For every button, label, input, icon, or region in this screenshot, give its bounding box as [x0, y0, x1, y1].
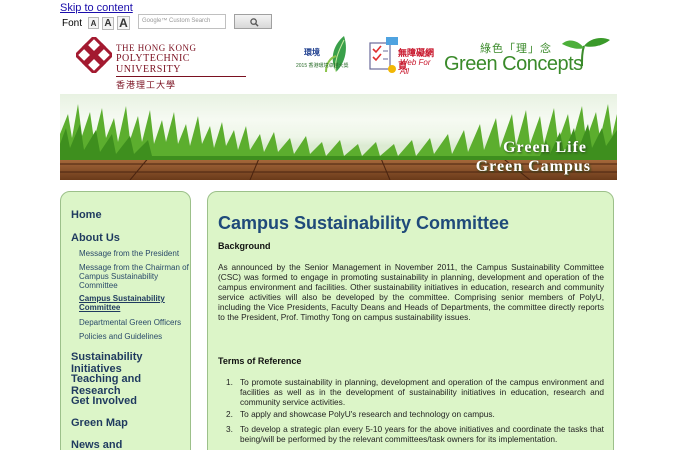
- sidebar-item-green-map[interactable]: Green Map: [71, 417, 128, 429]
- skip-to-content-link[interactable]: Skip to content: [60, 2, 133, 14]
- main-content: Campus Sustainability Committee Backgrou…: [207, 191, 614, 450]
- search-icon: [250, 18, 259, 27]
- background-heading: Background: [218, 241, 271, 251]
- list-number: 1.: [226, 377, 233, 387]
- sidebar-nav: Home About Us Message from the President…: [60, 191, 191, 450]
- sidebar-item-about-us[interactable]: About Us: [71, 232, 120, 244]
- font-size-controls: Font A A A: [62, 15, 133, 31]
- sprout-icon: [562, 38, 610, 67]
- font-small-button[interactable]: A: [88, 17, 100, 29]
- sidebar-item-teaching-research[interactable]: Teaching and Research: [71, 373, 190, 397]
- university-name[interactable]: THE HONG KONG POLYTECHNIC UNIVERSITY 香港理…: [116, 43, 246, 91]
- sidebar-item-get-involved[interactable]: Get Involved: [71, 395, 137, 407]
- list-item: 2. To apply and showcase PolyU's researc…: [226, 409, 604, 419]
- sidebar-item-sustainability-initiatives[interactable]: Sustainability Initiatives: [71, 351, 190, 375]
- list-item: 1. To promote sustainability in planning…: [226, 377, 604, 407]
- environment-award-badge[interactable]: 環境 2015 香港環境卓越大獎: [296, 34, 356, 74]
- page-title: Campus Sustainability Committee: [218, 213, 510, 233]
- web-for-all-badge[interactable]: 無障礙網頁 Web For All: [362, 31, 440, 77]
- search-button[interactable]: [234, 14, 272, 29]
- background-paragraph: As announced by the Senior Management in…: [218, 262, 604, 322]
- sidebar-item-message-president[interactable]: Message from the President: [79, 249, 189, 258]
- sidebar-item-home[interactable]: Home: [71, 209, 102, 221]
- hero-banner: Green Life Green Campus: [60, 94, 617, 180]
- page: Skip to content Font A A A Google™ Custo…: [0, 0, 680, 450]
- banner-line-2: Green Campus: [475, 158, 591, 175]
- polyu-logo-icon[interactable]: [76, 37, 112, 73]
- checklist-icon: [369, 37, 398, 73]
- list-text: To promote sustainability in planning, d…: [240, 377, 604, 407]
- search-input[interactable]: Google™ Custom Search: [138, 14, 226, 29]
- logo-line-1: THE HONG KONG: [116, 43, 197, 53]
- font-medium-button[interactable]: A: [102, 16, 115, 30]
- sidebar-item-news[interactable]: News and: [71, 439, 122, 450]
- award-title: 環境: [304, 48, 320, 57]
- award-subtitle: 2015 香港環境卓越大獎: [296, 63, 349, 69]
- list-number: 2.: [226, 409, 233, 419]
- sidebar-item-campus-sustainability-committee[interactable]: Campus Sustainability Committee: [79, 294, 189, 312]
- sidebar-item-message-chairman[interactable]: Message from the Chairman of Campus Sust…: [79, 263, 189, 290]
- terms-of-reference-heading: Terms of Reference: [218, 356, 302, 366]
- font-large-button[interactable]: A: [117, 16, 131, 30]
- font-label: Font: [62, 17, 83, 29]
- list-text: To apply and showcase PolyU's research a…: [240, 409, 495, 419]
- logo-line-3: 香港理工大學: [116, 80, 177, 90]
- list-item: 3. To develop a strategic plan every 5-1…: [226, 424, 604, 444]
- sidebar-item-departmental-green-officers[interactable]: Departmental Green Officers: [79, 318, 189, 327]
- green-concepts-logo[interactable]: 綠色「理」念 Green Concepts: [444, 38, 614, 78]
- list-text: To develop a strategic plan every 5-10 y…: [240, 424, 604, 444]
- sidebar-item-policies-guidelines[interactable]: Policies and Guidelines: [79, 332, 189, 341]
- logo-line-2: POLYTECHNIC UNIVERSITY: [116, 53, 246, 77]
- banner-line-1: Green Life: [503, 139, 587, 156]
- web-for-all-english: Web For All: [400, 58, 431, 76]
- list-number: 3.: [226, 424, 233, 434]
